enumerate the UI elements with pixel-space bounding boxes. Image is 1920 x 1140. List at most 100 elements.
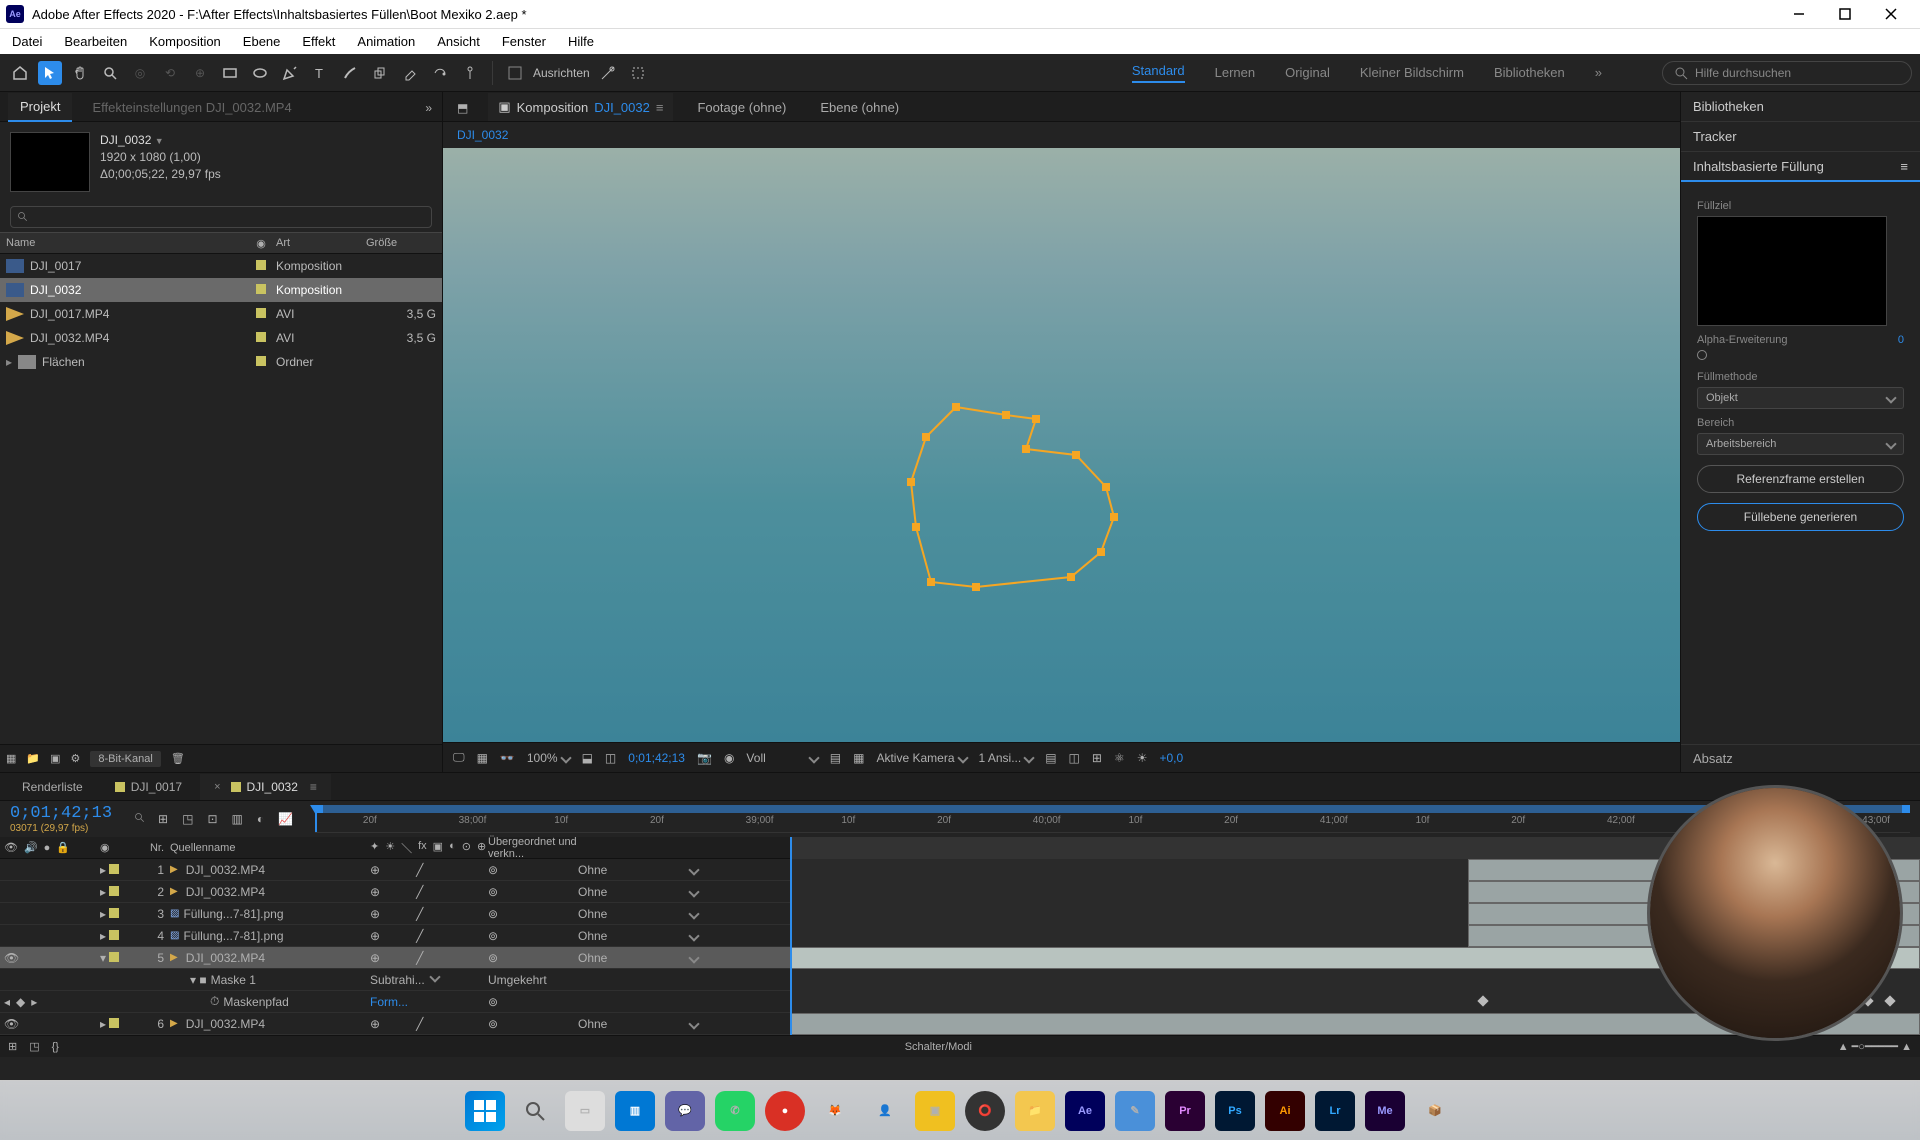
project-item[interactable]: DJI_0017.MP4 AVI 3,5 G xyxy=(0,302,442,326)
method-dropdown[interactable]: Objekt xyxy=(1697,387,1904,409)
taskbar-photoshop[interactable]: Ps xyxy=(1215,1091,1255,1131)
menu-effect[interactable]: Effekt xyxy=(300,32,337,51)
comp-flowchart-icon[interactable]: ⊞ xyxy=(158,812,168,826)
toggle-icon-3[interactable]: {} xyxy=(52,1041,59,1053)
visibility-toggle[interactable]: 👁 xyxy=(4,951,19,965)
keyframe-nav-prev[interactable]: ◂ xyxy=(4,995,10,1009)
puppet-tool[interactable] xyxy=(458,61,482,85)
tab-effect-controls[interactable]: Effekteinstellungen DJI_0032.MP4 xyxy=(80,94,303,121)
screen-icon[interactable]: 🖵 xyxy=(453,750,465,765)
interpret-icon[interactable]: ▦ xyxy=(6,752,16,765)
layer-row[interactable]: 👁▸ 6▶DJI_0032.MP4⊕╱⊚Ohne xyxy=(0,1013,790,1035)
taskbar-explorer[interactable]: 📁 xyxy=(1015,1091,1055,1131)
menu-composition[interactable]: Komposition xyxy=(147,32,223,51)
text-tool[interactable]: T xyxy=(308,61,332,85)
taskbar-app5[interactable]: ✎ xyxy=(1115,1091,1155,1131)
ellipse-tool[interactable] xyxy=(248,61,272,85)
snap-opt-2[interactable] xyxy=(626,61,650,85)
taskbar-mediaencoder[interactable]: Me xyxy=(1365,1091,1405,1131)
project-item[interactable]: DJI_0032 Komposition xyxy=(0,278,442,302)
exposure-icon[interactable]: ☀ xyxy=(1137,751,1148,765)
taskbar-lightroom[interactable]: Lr xyxy=(1315,1091,1355,1131)
timeline-icon[interactable]: ▦ xyxy=(853,751,864,765)
ws-small[interactable]: Kleiner Bildschirm xyxy=(1360,65,1464,80)
resolution-dropdown[interactable]: Voll xyxy=(746,751,817,765)
tab-layer[interactable]: Ebene (ohne) xyxy=(810,94,909,121)
lock-icon[interactable]: ⬒ xyxy=(451,95,474,121)
layer-row[interactable]: ▸ 1▶DJI_0032.MP4⊕╱⊚Ohne xyxy=(0,859,790,881)
new-comp-icon[interactable]: ▣ xyxy=(50,752,60,765)
snap-checkbox[interactable] xyxy=(503,61,527,85)
menu-edit[interactable]: Bearbeiten xyxy=(62,32,129,51)
tab-footage[interactable]: Footage (ohne) xyxy=(687,94,796,121)
tab-renderqueue[interactable]: Renderliste xyxy=(8,774,97,800)
project-item[interactable]: ▸Flächen Ordner xyxy=(0,350,442,374)
current-time[interactable]: 0;01;42;13 xyxy=(10,804,112,823)
toggle-icon-2[interactable]: ◳ xyxy=(29,1040,39,1053)
zoom-slider[interactable]: ▲ ━○━━━━━ ▲ xyxy=(1838,1040,1912,1053)
mask-shape-link[interactable]: Form... xyxy=(370,995,408,1009)
taskbar-illustrator[interactable]: Ai xyxy=(1265,1091,1305,1131)
menu-help[interactable]: Hilfe xyxy=(566,32,596,51)
panel-content-aware-fill[interactable]: Inhaltsbasierte Füllung≡ xyxy=(1681,152,1920,182)
mask-mode-dropdown[interactable]: Subtrahi... xyxy=(370,973,425,987)
ws-learn[interactable]: Lernen xyxy=(1215,65,1255,80)
clone-tool[interactable] xyxy=(368,61,392,85)
draft3d-icon[interactable]: ◳ xyxy=(182,812,193,826)
ws-standard[interactable]: Standard xyxy=(1132,63,1185,83)
menu-animation[interactable]: Animation xyxy=(355,32,417,51)
header-type[interactable]: Art xyxy=(276,237,366,249)
taskbar-app4[interactable]: ▣ xyxy=(915,1091,955,1131)
trash-icon[interactable]: 🗑 xyxy=(171,752,185,765)
mask-path-row[interactable]: ◂◆▸⏱ MaskenpfadForm...⊚ xyxy=(0,991,790,1013)
view-opt-icon2[interactable]: ◫ xyxy=(1069,751,1080,765)
anchor-tool[interactable]: ⊕ xyxy=(188,61,212,85)
exposure-value[interactable]: +0,0 xyxy=(1159,751,1183,765)
home-tool[interactable] xyxy=(8,61,32,85)
taskbar-premiere[interactable]: Pr xyxy=(1165,1091,1205,1131)
snapshot-icon[interactable]: 📷 xyxy=(697,751,712,765)
tab-dji0017[interactable]: DJI_0017 xyxy=(101,774,196,800)
views-dropdown[interactable]: 1 Ansi... xyxy=(979,751,1034,765)
help-search[interactable]: Hilfe durchsuchen xyxy=(1662,61,1912,85)
time-ruler[interactable]: 20f 38;00f 10f 20f 39;00f 10f 20f 40;00f… xyxy=(315,805,1910,833)
header-name[interactable]: Name xyxy=(6,237,246,249)
snap-opt-1[interactable] xyxy=(596,61,620,85)
project-search[interactable] xyxy=(10,206,432,228)
panel-menu[interactable]: » xyxy=(415,95,442,121)
toggle-switches-icon[interactable]: ⊞ xyxy=(8,1040,17,1053)
roto-tool[interactable] xyxy=(428,61,452,85)
menu-view[interactable]: Ansicht xyxy=(435,32,482,51)
header-size[interactable]: Größe xyxy=(366,237,436,249)
close-button[interactable] xyxy=(1868,0,1914,28)
taskbar-ae[interactable]: Ae xyxy=(1065,1091,1105,1131)
panel-libraries[interactable]: Bibliotheken xyxy=(1681,92,1920,122)
layer-row[interactable]: ▸ 2▶DJI_0032.MP4⊕╱⊚Ohne xyxy=(0,881,790,903)
graph-icon[interactable]: 📈 xyxy=(278,812,293,826)
project-item[interactable]: DJI_0017 Komposition xyxy=(0,254,442,278)
brush-tool[interactable] xyxy=(338,61,362,85)
motionblur-icon[interactable]: ◐ xyxy=(257,812,264,826)
rect-tool[interactable] xyxy=(218,61,242,85)
taskbar-app2[interactable]: ● xyxy=(765,1091,805,1131)
taskbar-firefox[interactable]: 🦊 xyxy=(815,1091,855,1131)
zoom-tool[interactable] xyxy=(98,61,122,85)
selection-tool[interactable] xyxy=(38,61,62,85)
camera-dropdown[interactable]: Aktive Kamera xyxy=(876,751,966,765)
taskbar-app[interactable]: ▥ xyxy=(615,1091,655,1131)
alpha-value[interactable]: 0 xyxy=(1898,334,1904,346)
menu-layer[interactable]: Ebene xyxy=(241,32,283,51)
alpha-slider[interactable] xyxy=(1697,350,1707,360)
shy-icon[interactable]: ⊡ xyxy=(207,812,217,826)
ws-libraries[interactable]: Bibliotheken xyxy=(1494,65,1565,80)
project-item[interactable]: DJI_0032.MP4 AVI 3,5 G xyxy=(0,326,442,350)
layer-row[interactable]: 👁▾ 5▶DJI_0032.MP4⊕╱⊚Ohne xyxy=(0,947,790,969)
switches-modes-toggle[interactable]: Schalter/Modi xyxy=(905,1041,972,1053)
taskbar-search[interactable] xyxy=(515,1091,555,1131)
orbit-tool[interactable]: ◎ xyxy=(128,61,152,85)
folder-icon[interactable]: 📁 xyxy=(26,752,40,765)
taskbar-whatsapp[interactable]: ✆ xyxy=(715,1091,755,1131)
view-opt-icon3[interactable]: ⊞ xyxy=(1092,751,1102,765)
mask-row[interactable]: ▾ ■ Maske 1Subtrahi...Umgekehrt xyxy=(0,969,790,991)
fast-preview-icon[interactable]: ▤ xyxy=(830,751,841,765)
